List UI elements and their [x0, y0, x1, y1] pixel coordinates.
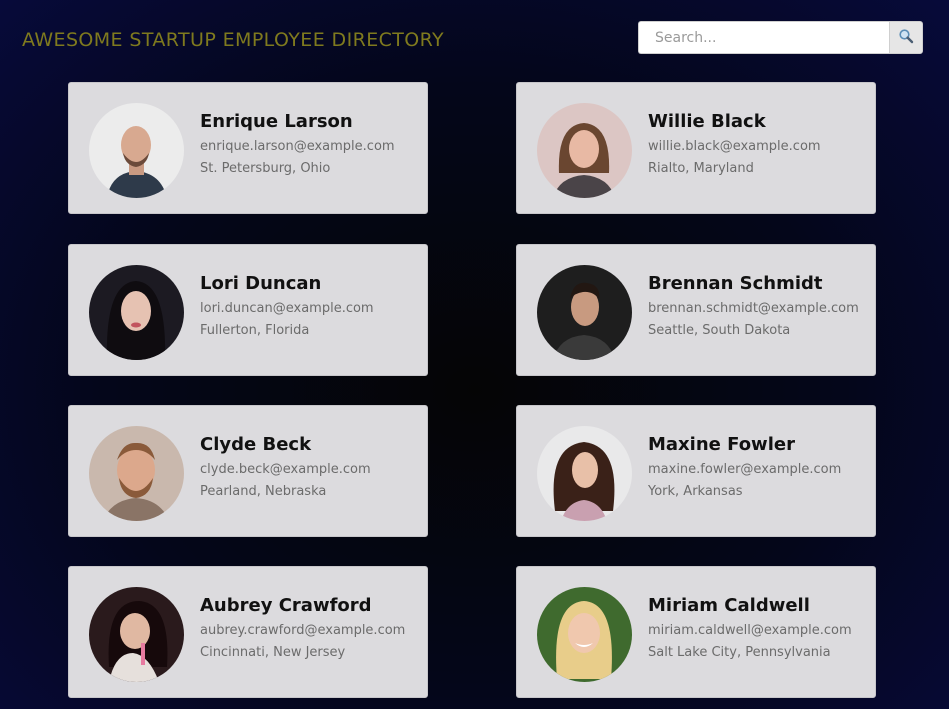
employee-info: Lori Duncan lori.duncan@example.com Full…	[200, 273, 425, 338]
employee-info: Aubrey Crawford aubrey.crawford@example.…	[200, 595, 425, 660]
employee-location: St. Petersburg, Ohio	[200, 161, 331, 176]
employee-location: Rialto, Maryland	[648, 161, 754, 176]
employee-info: Clyde Beck clyde.beck@example.com Pearla…	[200, 434, 425, 499]
employee-location: Pearland, Nebraska	[200, 484, 327, 499]
employee-name: Brennan Schmidt	[648, 273, 823, 294]
avatar	[537, 587, 632, 682]
employee-name: Miriam Caldwell	[648, 595, 810, 616]
employee-email: maxine.fowler@example.com	[648, 462, 842, 477]
employee-card[interactable]: Maxine Fowler maxine.fowler@example.com …	[516, 405, 876, 537]
avatar	[89, 265, 184, 360]
employee-card[interactable]: Willie Black willie.black@example.com Ri…	[516, 82, 876, 214]
avatar	[89, 103, 184, 198]
employee-card[interactable]: Brennan Schmidt brennan.schmidt@example.…	[516, 244, 876, 376]
employee-email: clyde.beck@example.com	[200, 462, 371, 477]
employee-email: willie.black@example.com	[648, 139, 821, 154]
avatar	[537, 426, 632, 521]
employee-name: Willie Black	[648, 111, 766, 132]
employee-location: York, Arkansas	[648, 484, 743, 499]
employee-email: aubrey.crawford@example.com	[200, 623, 406, 638]
employee-info: Maxine Fowler maxine.fowler@example.com …	[648, 434, 873, 499]
employee-info: Brennan Schmidt brennan.schmidt@example.…	[648, 273, 873, 338]
employee-email: brennan.schmidt@example.com	[648, 301, 859, 316]
employee-name: Enrique Larson	[200, 111, 353, 132]
employee-card[interactable]: Aubrey Crawford aubrey.crawford@example.…	[68, 566, 428, 698]
employee-location: Seattle, South Dakota	[648, 323, 791, 338]
employee-name: Clyde Beck	[200, 434, 312, 455]
employee-location: Salt Lake City, Pennsylvania	[648, 645, 831, 660]
employee-info: Miriam Caldwell miriam.caldwell@example.…	[648, 595, 873, 660]
employee-location: Cincinnati, New Jersey	[200, 645, 346, 660]
employee-card[interactable]: Lori Duncan lori.duncan@example.com Full…	[68, 244, 428, 376]
avatar	[89, 587, 184, 682]
employee-email: lori.duncan@example.com	[200, 301, 374, 316]
employee-info: Willie Black willie.black@example.com Ri…	[648, 111, 873, 176]
avatar	[89, 426, 184, 521]
employee-card[interactable]: Clyde Beck clyde.beck@example.com Pearla…	[68, 405, 428, 537]
employee-name: Lori Duncan	[200, 273, 322, 294]
employee-email: enrique.larson@example.com	[200, 139, 395, 154]
employee-info: Enrique Larson enrique.larson@example.co…	[200, 111, 425, 176]
employee-location: Fullerton, Florida	[200, 323, 310, 338]
avatar	[537, 103, 632, 198]
employee-grid: Enrique Larson enrique.larson@example.co…	[0, 0, 949, 709]
avatar	[537, 265, 632, 360]
employee-card[interactable]: Miriam Caldwell miriam.caldwell@example.…	[516, 566, 876, 698]
employee-name: Maxine Fowler	[648, 434, 795, 455]
employee-card[interactable]: Enrique Larson enrique.larson@example.co…	[68, 82, 428, 214]
employee-name: Aubrey Crawford	[200, 595, 372, 616]
employee-email: miriam.caldwell@example.com	[648, 623, 852, 638]
